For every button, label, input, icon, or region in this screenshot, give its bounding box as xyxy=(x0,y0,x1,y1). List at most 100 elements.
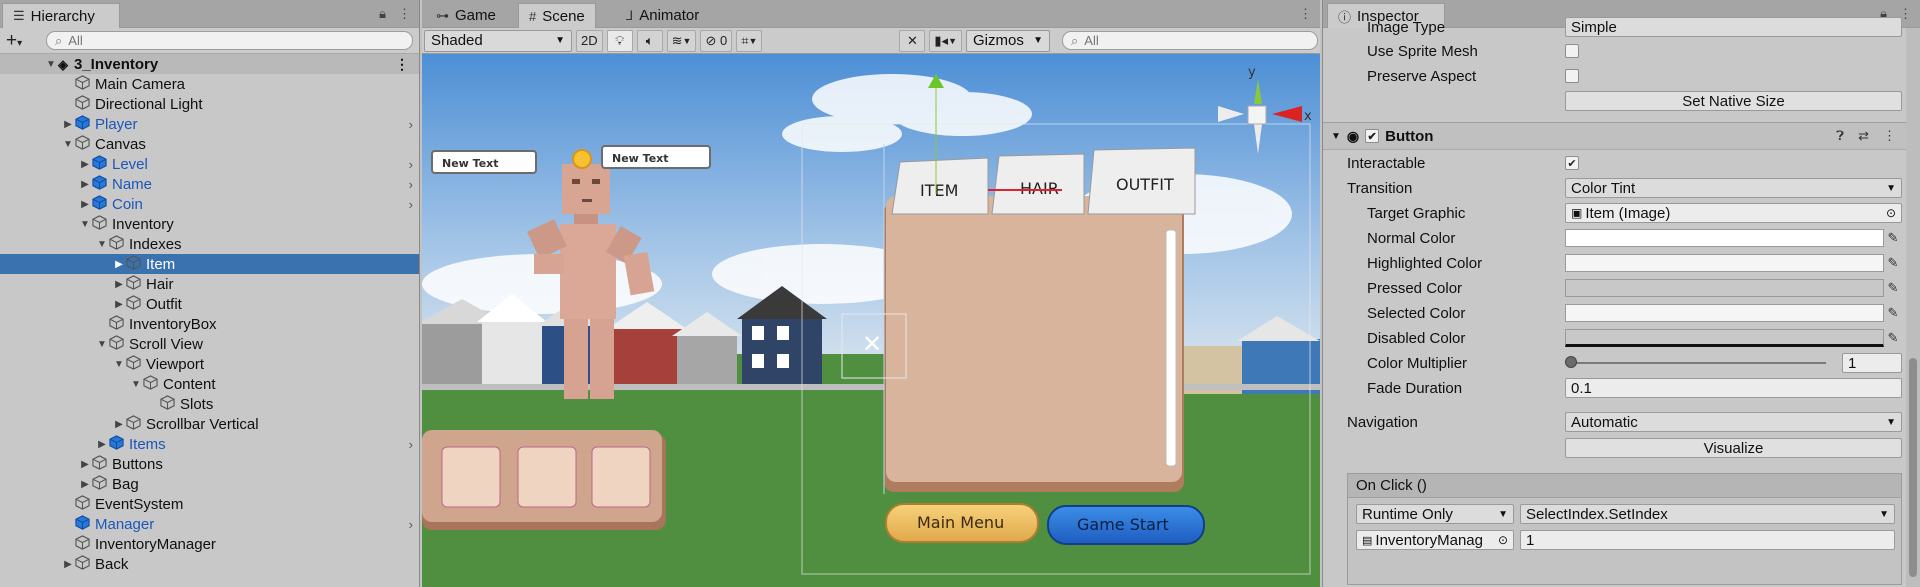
lighting-toggle[interactable]: 💡︎ xyxy=(606,29,633,52)
scene-search-input[interactable] xyxy=(1084,33,1309,48)
eyedropper-icon[interactable]: ✎ xyxy=(1884,305,1902,321)
transition-dropdown[interactable]: Color Tint ▼ xyxy=(1565,178,1902,198)
interactable-checkbox[interactable]: ✔ xyxy=(1565,156,1579,170)
color-multiplier-input[interactable]: 1 xyxy=(1842,353,1902,373)
prefab-open-icon[interactable]: › xyxy=(409,157,413,172)
hierarchy-item[interactable]: Main Camera xyxy=(0,74,419,94)
collapsed-arrow-icon[interactable]: ▶ xyxy=(112,259,126,270)
prefab-open-icon[interactable]: › xyxy=(409,437,413,452)
hierarchy-item[interactable]: ▼ Canvas xyxy=(0,134,419,154)
inspector-scrollbar[interactable] xyxy=(1906,28,1920,587)
target-graphic-field[interactable]: ▣ Item (Image) ⊙ xyxy=(1565,203,1902,223)
hierarchy-item[interactable]: ▶ Item xyxy=(0,254,419,274)
hierarchy-item[interactable]: ▶ Items › xyxy=(0,434,419,454)
set-native-size-button[interactable]: Set Native Size xyxy=(1565,91,1902,111)
hierarchy-item[interactable]: ▶ Back xyxy=(0,554,419,574)
gizmos-dropdown[interactable]: Gizmos ▼ xyxy=(966,29,1050,52)
eyedropper-icon[interactable]: ✎ xyxy=(1884,230,1902,246)
collapsed-arrow-icon[interactable]: ▶ xyxy=(112,419,126,430)
prefab-open-icon[interactable]: › xyxy=(409,517,413,532)
prefab-open-icon[interactable]: › xyxy=(409,197,413,212)
hierarchy-item[interactable]: Manager › xyxy=(0,514,419,534)
scrollbar-thumb[interactable] xyxy=(1909,358,1917,577)
help-icon[interactable]: ❓︎ xyxy=(1836,128,1844,144)
hierarchy-item[interactable]: EventSystem xyxy=(0,494,419,514)
collapsed-arrow-icon[interactable]: ▶ xyxy=(78,459,92,470)
tab-game[interactable]: ⊶ Game xyxy=(426,3,506,28)
tools-button[interactable]: ✕ xyxy=(899,29,926,52)
expanded-arrow-icon[interactable]: ▼ xyxy=(95,239,109,250)
tab-animator[interactable]: ⅃ Animator xyxy=(616,3,709,28)
kebab-menu-icon[interactable]: ⋮ xyxy=(1299,6,1312,22)
button-component-header[interactable]: ▼ ◉ ✔ Button ❓︎ ⇄ ⋮ xyxy=(1323,122,1906,150)
kebab-menu-icon[interactable]: ⋮ xyxy=(1883,128,1896,144)
hierarchy-item[interactable]: Slots xyxy=(0,394,419,414)
collapsed-arrow-icon[interactable]: ▶ xyxy=(78,159,92,170)
button-enabled-checkbox[interactable]: ✔ xyxy=(1365,129,1380,143)
expanded-arrow-icon[interactable]: ▼ xyxy=(112,359,126,370)
chevron-down-icon[interactable]: ▼ xyxy=(1331,131,1341,142)
collapsed-arrow-icon[interactable]: ▶ xyxy=(112,299,126,310)
disabled-color-swatch[interactable] xyxy=(1565,329,1884,347)
kebab-menu-icon[interactable]: ⋮ xyxy=(395,56,409,73)
hierarchy-search-input[interactable] xyxy=(68,33,404,48)
slider-handle[interactable] xyxy=(1565,356,1577,368)
hierarchy-item[interactable]: ▼ Inventory xyxy=(0,214,419,234)
grid-toggle[interactable]: ⌗ ▼ xyxy=(736,29,763,52)
hierarchy-item[interactable]: ▶ Level › xyxy=(0,154,419,174)
selected-color-swatch[interactable] xyxy=(1565,304,1884,322)
effects-toggle[interactable]: ≋ ▼ xyxy=(666,29,697,52)
hierarchy-item[interactable]: ▶ Coin › xyxy=(0,194,419,214)
prefab-open-icon[interactable]: › xyxy=(409,117,413,132)
visualize-button[interactable]: Visualize xyxy=(1565,438,1902,458)
tab-scene[interactable]: # Scene xyxy=(518,3,596,28)
expanded-arrow-icon[interactable]: ▼ xyxy=(61,139,75,150)
eyedropper-icon[interactable]: ✎ xyxy=(1884,255,1902,271)
expanded-arrow-icon[interactable]: ▼ xyxy=(78,219,92,230)
image-type-dropdown[interactable]: Simple xyxy=(1565,17,1902,37)
argument-input[interactable]: 1 xyxy=(1520,530,1895,550)
collapsed-arrow-icon[interactable]: ▶ xyxy=(61,119,75,130)
preset-icon[interactable]: ⇄ xyxy=(1858,128,1869,144)
highlighted-color-swatch[interactable] xyxy=(1565,254,1884,272)
toggle-2d-button[interactable]: 2D xyxy=(576,29,603,52)
audio-toggle[interactable]: 🔈︎ xyxy=(636,29,663,52)
collapsed-arrow-icon[interactable]: ▶ xyxy=(112,279,126,290)
hierarchy-item[interactable]: ▼ Viewport xyxy=(0,354,419,374)
navigation-dropdown[interactable]: Automatic ▼ xyxy=(1565,412,1902,432)
hierarchy-item[interactable]: ▶ Name › xyxy=(0,174,419,194)
kebab-menu-icon[interactable]: ⋮ xyxy=(398,6,411,22)
hierarchy-item[interactable]: ▶ Bag xyxy=(0,474,419,494)
collapsed-arrow-icon[interactable]: ▶ xyxy=(61,559,75,570)
pressed-color-swatch[interactable] xyxy=(1565,279,1884,297)
scene-search[interactable]: ⌕ xyxy=(1062,31,1318,50)
hierarchy-item[interactable]: ▶ Hair xyxy=(0,274,419,294)
hierarchy-search[interactable]: ⌕ xyxy=(46,31,413,50)
runtime-dropdown[interactable]: Runtime Only ▼ xyxy=(1356,504,1514,524)
fade-duration-input[interactable]: 0.1 xyxy=(1565,378,1902,398)
scene-viewport[interactable]: New Text New Text ITEM HAIR OUTFIT ✕ Mai… xyxy=(422,54,1320,587)
hierarchy-item[interactable]: InventoryManager xyxy=(0,534,419,554)
collapsed-arrow-icon[interactable]: ▶ xyxy=(95,439,109,450)
expanded-arrow-icon[interactable]: ▼ xyxy=(95,339,109,350)
hierarchy-item[interactable]: ▶ Scrollbar Vertical xyxy=(0,414,419,434)
color-multiplier-slider[interactable] xyxy=(1565,353,1836,373)
draw-mode-dropdown[interactable]: Shaded ▼ xyxy=(424,29,572,52)
hierarchy-item[interactable]: ▶ Buttons xyxy=(0,454,419,474)
create-button[interactable]: +▾ xyxy=(6,30,40,52)
hierarchy-item[interactable]: ▶ Outfit xyxy=(0,294,419,314)
object-picker-icon[interactable]: ⊙ xyxy=(1886,206,1896,220)
collapsed-arrow-icon[interactable]: ▶ xyxy=(78,479,92,490)
hierarchy-item[interactable]: InventoryBox xyxy=(0,314,419,334)
hierarchy-item[interactable]: ▼ Content xyxy=(0,374,419,394)
hierarchy-item[interactable]: Directional Light xyxy=(0,94,419,114)
expanded-arrow-icon[interactable]: ▼ xyxy=(44,59,58,70)
collapsed-arrow-icon[interactable]: ▶ xyxy=(78,199,92,210)
prefab-open-icon[interactable]: › xyxy=(409,177,413,192)
scene-root-row[interactable]: ▼ ◈ 3_Inventory ⋮ xyxy=(0,54,419,74)
lock-icon[interactable]: 🔒︎ xyxy=(379,6,386,22)
normal-color-swatch[interactable] xyxy=(1565,229,1884,247)
eyedropper-icon[interactable]: ✎ xyxy=(1884,330,1902,346)
tab-hierarchy[interactable]: ☰ Hierarchy xyxy=(2,3,120,28)
eyedropper-icon[interactable]: ✎ xyxy=(1884,280,1902,296)
